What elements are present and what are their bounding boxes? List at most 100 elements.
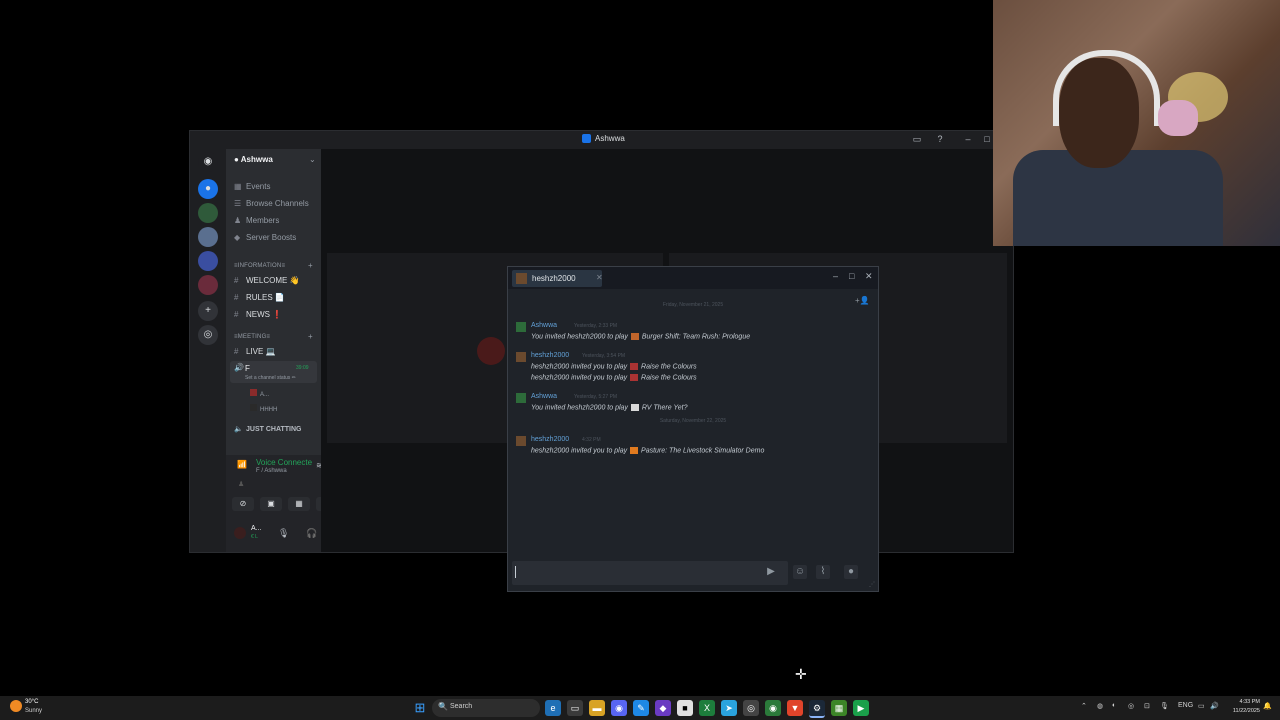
guild-icon-2[interactable] [198, 203, 218, 223]
menu-item-members[interactable]: ♟ Members [234, 216, 279, 225]
minimize-icon[interactable]: – [833, 271, 838, 281]
steam-icon[interactable]: ⚙ [809, 700, 825, 718]
screen-share-button[interactable]: ▣ [260, 497, 282, 511]
resize-grip-icon[interactable]: ⋰ [869, 581, 875, 588]
app-icon[interactable]: ■ [677, 700, 693, 716]
tray-icon[interactable]: ◐ [1112, 702, 1116, 709]
channel-just-chatting[interactable]: 🔈 JUST CHATTING [234, 425, 301, 433]
tray-icon[interactable]: ◍ [1097, 702, 1103, 710]
add-server-icon[interactable]: + [198, 301, 218, 321]
window-title: Ashwwa [595, 134, 625, 143]
voice-user-1[interactable]: A... [250, 389, 269, 398]
channel-live[interactable]: # LIVE 💻 [234, 347, 276, 356]
message-time: Yesterday, 3:54 PM [582, 353, 626, 359]
guild-sidebar: ◉ ● + ◎ [190, 149, 226, 552]
server-name[interactable]: ● Ashwwa [234, 155, 273, 164]
game-icon [630, 447, 639, 454]
app-icon[interactable]: ▶ [853, 700, 869, 716]
discover-icon[interactable]: ◎ [198, 325, 218, 345]
taskbar-search[interactable]: 🔍 Search [432, 699, 540, 717]
close-icon[interactable]: ✕ [865, 271, 873, 282]
language-indicator[interactable]: ENG [1178, 702, 1193, 709]
inbox-icon[interactable]: ▭ [912, 134, 922, 144]
weather-temp[interactable]: 30°C [25, 699, 38, 705]
message-line: heshzh2000 invited you to play Raise the… [531, 374, 697, 382]
excel-icon[interactable]: X [699, 700, 715, 716]
edge-icon[interactable]: e [545, 700, 561, 716]
channel-news[interactable]: # NEWS ❗ [234, 310, 282, 319]
maximize-icon[interactable]: □ [849, 271, 854, 281]
tray-chevron-up-icon[interactable]: ⌃ [1081, 702, 1087, 710]
send-icon[interactable]: ▶ [764, 565, 778, 579]
minecraft-icon[interactable]: ▦ [831, 700, 847, 716]
guild-icon-4[interactable] [198, 251, 218, 271]
headset [1053, 50, 1160, 126]
menu-item-server-boosts[interactable]: ◆ Server Boosts [234, 233, 296, 242]
clock-time[interactable]: 4:33 PM [1226, 699, 1260, 705]
category-meeting[interactable]: ≡MEETING≡ [234, 334, 270, 340]
channel-welcome[interactable]: # WELCOME 👋 [234, 276, 300, 285]
message-author[interactable]: Ashwwa [531, 393, 557, 400]
username[interactable]: A... [251, 525, 262, 532]
chat-message-input[interactable] [512, 561, 788, 585]
add-channel-icon[interactable]: + [308, 261, 313, 270]
discord-home-icon[interactable]: ◉ [198, 152, 218, 172]
tray-icon[interactable]: ◎ [1128, 702, 1134, 710]
network-icon[interactable]: ▭ [1198, 702, 1205, 710]
category-information[interactable]: ≡INFORMATION≡ [234, 263, 285, 269]
emoticon-icon[interactable]: ☺ [793, 565, 807, 579]
hash-icon: # [234, 347, 239, 356]
attach-icon[interactable]: ⌇ [816, 565, 830, 579]
notepad-icon[interactable]: ✎ [633, 700, 649, 716]
voice-channel-active[interactable]: 🔊 F 39:09 Set a channel status ✏ [230, 361, 317, 383]
voice-connected-subtitle[interactable]: F / Ashwwa [256, 468, 287, 474]
file-explorer-icon[interactable]: ▬ [589, 700, 605, 716]
menu-item-browse-channels[interactable]: ☰ Browse Channels [234, 199, 309, 208]
person-body [1013, 150, 1223, 246]
guild-icon-3[interactable] [198, 227, 218, 247]
user-avatar[interactable] [234, 527, 246, 539]
menu-item-events[interactable]: ▦ Events [234, 182, 270, 191]
help-icon[interactable]: ? [935, 134, 945, 144]
microphone-icon[interactable]: 🎙 [278, 528, 289, 539]
headphones-icon[interactable]: 🎧 [306, 528, 317, 539]
voice-panel: 📶 Voice Connecte F / Ashwwa ≋ ☎ ♟ ⊘ ▣ ▦ … [226, 455, 345, 552]
discord-icon[interactable]: ◉ [611, 700, 627, 716]
guild-icon-5[interactable] [198, 275, 218, 295]
weather-sun-icon[interactable] [10, 700, 22, 712]
app-icon[interactable]: ◆ [655, 700, 671, 716]
voice-chat-icon[interactable]: ● [844, 565, 858, 579]
guild-icon-1[interactable]: ● [198, 179, 218, 199]
chrome-icon[interactable]: ◉ [765, 700, 781, 716]
chat-tab[interactable]: heshzh2000 ✕ [512, 270, 603, 287]
date-separator: Saturday, November 22, 2025 [659, 418, 727, 424]
activities-button[interactable]: ▦ [288, 497, 310, 511]
close-tab-icon[interactable]: ✕ [596, 273, 603, 282]
minimize-icon[interactable]: – [963, 134, 973, 144]
channel-rules[interactable]: # RULES 📄 [234, 293, 285, 302]
windows-start-icon[interactable]: ⊞ [412, 700, 428, 716]
volume-icon[interactable]: 🔊 [1210, 702, 1219, 710]
user-status: € L [251, 534, 258, 540]
weather-desc[interactable]: Sunny [25, 708, 42, 714]
telegram-icon[interactable]: ➤ [721, 700, 737, 716]
chevron-down-icon[interactable]: ⌄ [309, 155, 316, 164]
maximize-icon[interactable]: □ [982, 134, 992, 144]
app-icon[interactable]: ◎ [743, 700, 759, 716]
voice-user-2[interactable]: HHHH [250, 404, 277, 413]
tray-microphone-icon[interactable]: 🎙 [1160, 702, 1169, 710]
taskview-icon[interactable]: ▭ [567, 700, 583, 716]
notification-bell-icon[interactable]: 🔔 [1263, 702, 1272, 710]
clock-date[interactable]: 11/22/2025 [1226, 708, 1260, 714]
camera-off-button[interactable]: ⊘ [232, 497, 254, 511]
calendar-icon: ▦ [234, 182, 242, 191]
message-author[interactable]: heshzh2000 [531, 352, 569, 359]
channel-status-hint[interactable]: Set a channel status ✏ [245, 375, 296, 381]
voice-connected-title[interactable]: Voice Connecte [256, 458, 312, 467]
message-author[interactable]: Ashwwa [531, 322, 557, 329]
brave-icon[interactable]: ▼ [787, 700, 803, 716]
add-channel-icon[interactable]: + [308, 332, 313, 341]
message-author[interactable]: heshzh2000 [531, 436, 569, 443]
voice-timer: 39:09 [296, 365, 309, 371]
tray-icon[interactable]: ⊡ [1144, 702, 1150, 710]
